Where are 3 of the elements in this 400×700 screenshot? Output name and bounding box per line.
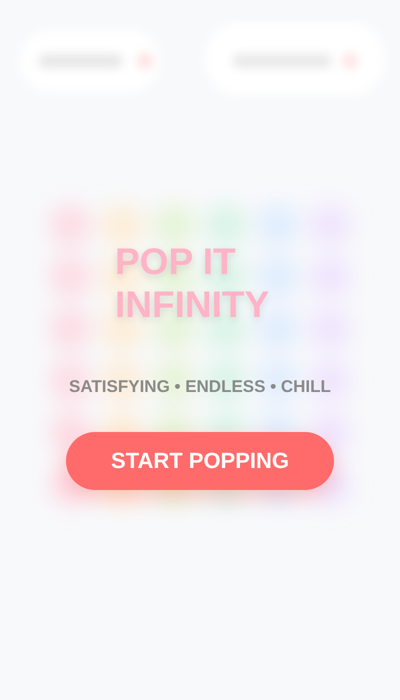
game-title: POP IT INFINITY — [115, 240, 270, 326]
start-button[interactable]: START POPPING — [66, 432, 334, 490]
tagline: SATISFYING • ENDLESS • CHILL — [69, 376, 331, 398]
